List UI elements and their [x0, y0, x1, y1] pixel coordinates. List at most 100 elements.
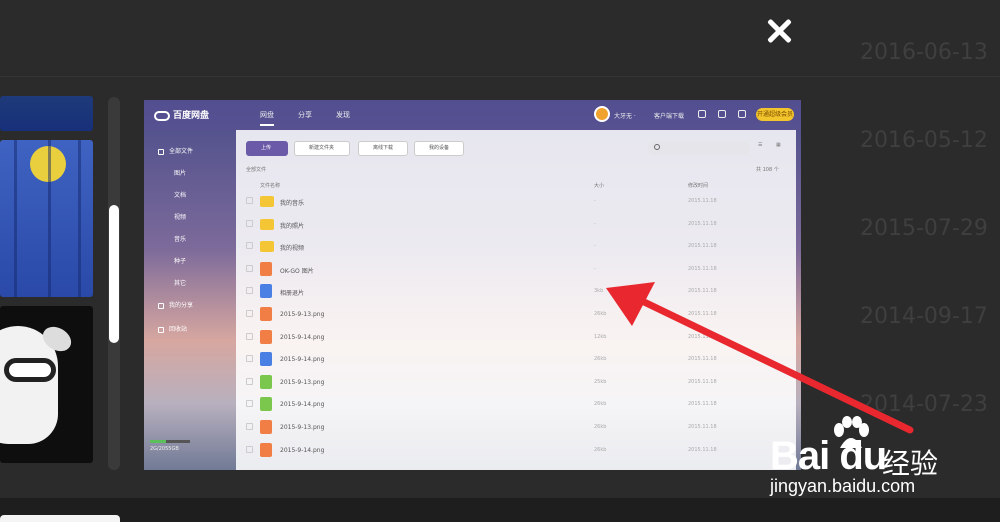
- file-icon: [260, 284, 272, 299]
- date-label: 2016-05-12: [860, 128, 988, 153]
- table-row[interactable]: 2015-9-14.png 26kb 2015.11.18: [236, 393, 796, 416]
- scrollbar-thumb[interactable]: [109, 205, 119, 343]
- app-sidebar: 全部文件 图片 文档 视频 音乐 种子 其它 我的分享 回收站 2G/2055G…: [144, 130, 236, 470]
- file-date: 2015.11.18: [688, 198, 717, 204]
- file-date: 2015.11.18: [688, 378, 717, 385]
- sidebar-item-torrents[interactable]: 种子: [174, 256, 186, 265]
- file-name[interactable]: 2015-9-13.png: [280, 424, 324, 431]
- row-checkbox[interactable]: [246, 219, 253, 227]
- preview-image: 百度网盘 网盘 分享 发现 大牙无 · 客户端下载 开通超级会员 全部文件 图片…: [144, 100, 801, 470]
- nav-netdisk[interactable]: 网盘: [260, 110, 274, 126]
- file-name[interactable]: 2015-9-14.png: [280, 447, 324, 454]
- file-size: 26kb: [594, 401, 607, 408]
- sidebar-item-images[interactable]: 图片: [174, 168, 186, 177]
- row-checkbox[interactable]: [246, 355, 253, 363]
- file-name[interactable]: 我的音乐: [280, 198, 304, 207]
- sidebar-item-all-files[interactable]: 全部文件: [158, 146, 193, 155]
- date-label: 2014-09-17: [860, 304, 988, 329]
- app-logo: 百度网盘: [154, 108, 209, 121]
- file-size: 3kb: [594, 288, 604, 295]
- row-checkbox[interactable]: [246, 423, 253, 430]
- table-row[interactable]: 2015-9-13.png 26kb 2015.11.18: [236, 303, 796, 326]
- avatar[interactable]: [594, 106, 610, 122]
- close-button[interactable]: [760, 12, 798, 50]
- storage-text: 2G/2055GB: [150, 446, 179, 452]
- row-checkbox[interactable]: [246, 197, 253, 204]
- thumbnail-moon[interactable]: [0, 140, 93, 297]
- sidebar-item-docs[interactable]: 文档: [174, 190, 186, 199]
- sidebar-item-music[interactable]: 音乐: [174, 234, 186, 243]
- shirt-icon[interactable]: [738, 110, 746, 118]
- table-row[interactable]: 相册退片 3kb 2015.11.18: [236, 280, 796, 303]
- folder-icon: [260, 241, 274, 253]
- file-name[interactable]: 我的视频: [280, 243, 304, 252]
- upload-button[interactable]: 上传: [246, 141, 288, 156]
- nav-share[interactable]: 分享: [298, 110, 312, 120]
- thumbnail-blue[interactable]: [0, 96, 93, 131]
- watermark-brand: Bai du: [770, 434, 887, 478]
- table-row[interactable]: 2015-9-14.png 26kb 2015.11.18: [236, 439, 796, 462]
- bell-icon[interactable]: [698, 110, 706, 118]
- file-name[interactable]: OK-GO 图片: [280, 266, 314, 275]
- file-name[interactable]: 2015-9-14.png: [280, 401, 324, 408]
- trash-icon: [158, 326, 164, 333]
- file-icon: [260, 420, 272, 434]
- storage-bar: [150, 440, 190, 443]
- file-icon: [260, 442, 272, 457]
- row-checkbox[interactable]: [246, 377, 253, 385]
- sidebar-item-other[interactable]: 其它: [174, 278, 186, 287]
- username[interactable]: 大牙无 ·: [614, 111, 636, 120]
- item-count: 共 108 个: [756, 167, 779, 173]
- table-row[interactable]: 2015-9-13.png 25kb 2015.11.18: [236, 371, 796, 394]
- file-date: 2015.11.18: [688, 243, 717, 250]
- client-download-link[interactable]: 客户端下载: [654, 111, 684, 120]
- breadcrumb[interactable]: 全部文件: [246, 166, 266, 173]
- my-devices-button[interactable]: 我的设备: [414, 141, 464, 156]
- file-name[interactable]: 相册退片: [280, 288, 304, 297]
- table-row[interactable]: 2015-9-14.png 26kb 2015.11.18: [236, 348, 796, 371]
- table-row[interactable]: 我的视频 - 2015.11.18: [236, 235, 796, 258]
- row-checkbox[interactable]: [246, 445, 253, 453]
- file-name[interactable]: 2015-9-14.png: [280, 356, 324, 363]
- date-label: 2015-07-29: [860, 216, 988, 241]
- grid-view-icon[interactable]: ▦: [776, 142, 781, 148]
- clipboard-icon[interactable]: [718, 110, 726, 118]
- list-view-icon[interactable]: ☰: [758, 142, 762, 148]
- row-checkbox[interactable]: [246, 310, 253, 317]
- bottom-tab[interactable]: [0, 515, 120, 522]
- table-row[interactable]: 我的照片 - 2015.11.18: [236, 213, 796, 236]
- table-row[interactable]: 我的音乐 - 2015.11.18: [236, 190, 796, 213]
- file-icon: [260, 397, 272, 412]
- cloud-icon: [154, 110, 170, 121]
- new-folder-button[interactable]: 新建文件夹: [294, 141, 350, 156]
- nav-discover[interactable]: 发现: [336, 110, 350, 120]
- app-topbar: 百度网盘 网盘 分享 发现 大牙无 · 客户端下载 开通超级会员: [144, 100, 801, 130]
- column-date[interactable]: 修改时间: [688, 182, 708, 189]
- vip-button[interactable]: 开通超级会员: [756, 108, 794, 121]
- file-name[interactable]: 我的照片: [280, 221, 304, 230]
- table-row[interactable]: 2015-9-13.png 26kb 2015.11.18: [236, 416, 796, 439]
- sidebar-item-my-share[interactable]: 我的分享: [158, 300, 193, 309]
- file-size: 26kb: [594, 311, 607, 317]
- column-name[interactable]: 文件名称: [260, 182, 280, 189]
- column-size[interactable]: 大小: [594, 182, 604, 189]
- file-icon: [260, 307, 272, 321]
- file-date: 2015.11.18: [688, 220, 717, 227]
- thumbnail-dog[interactable]: [0, 306, 93, 463]
- row-checkbox[interactable]: [246, 332, 253, 340]
- divider: [0, 76, 1000, 77]
- row-checkbox[interactable]: [246, 242, 253, 250]
- search-input[interactable]: [648, 141, 750, 155]
- sidebar-item-videos[interactable]: 视频: [174, 212, 186, 221]
- row-checkbox[interactable]: [246, 264, 253, 272]
- offline-download-button[interactable]: 离线下载: [358, 141, 408, 156]
- row-checkbox[interactable]: [246, 287, 253, 295]
- table-row[interactable]: OK-GO 图片 - 2015.11.18: [236, 258, 796, 281]
- table-row[interactable]: 2015-9-14.png 12kb 2015.11.18: [236, 326, 796, 349]
- file-name[interactable]: 2015-9-13.png: [280, 379, 324, 386]
- file-name[interactable]: 2015-9-13.png: [280, 311, 324, 318]
- sidebar-item-recycle[interactable]: 回收站: [158, 324, 187, 333]
- file-name[interactable]: 2015-9-14.png: [280, 334, 324, 341]
- row-checkbox[interactable]: [246, 400, 253, 408]
- sunglasses-icon: [4, 358, 56, 382]
